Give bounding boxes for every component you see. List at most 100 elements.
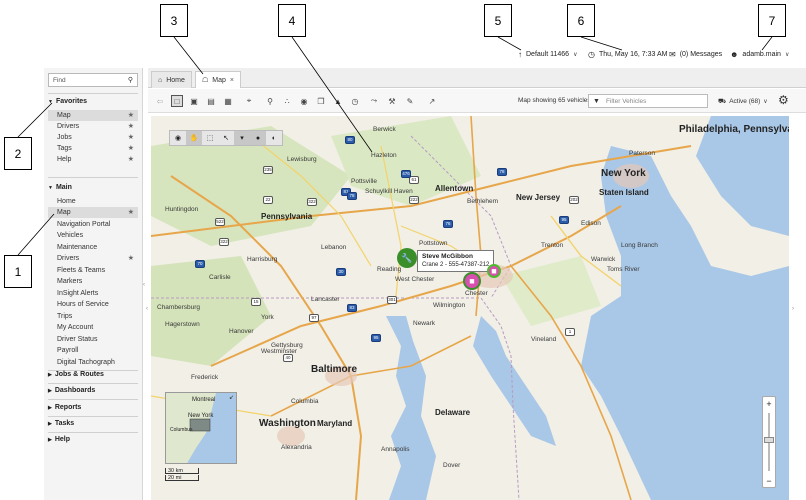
- favorite-item-drivers[interactable]: Drivers ★: [48, 121, 138, 132]
- select-box-icon[interactable]: ⬚: [202, 131, 218, 145]
- locate-icon[interactable]: ◉: [298, 95, 310, 107]
- speech-bubble-icon[interactable]: ●: [250, 131, 266, 145]
- search-input[interactable]: Find ⚲: [48, 73, 138, 87]
- favorite-item-help[interactable]: Help ★: [48, 154, 138, 165]
- divider: [48, 93, 138, 94]
- active-vehicles-dropdown[interactable]: ⛟ Active (68) ∨: [718, 97, 768, 106]
- user-menu[interactable]: ☻ adamb.main ∨: [730, 50, 789, 59]
- fit-extent-icon[interactable]: ⌖: [243, 95, 255, 107]
- star-icon[interactable]: ★: [128, 144, 134, 152]
- pan-hand-icon[interactable]: ✋: [186, 131, 202, 145]
- main-item-fleets-teams[interactable]: Fleets & Teams: [48, 265, 138, 276]
- state-label: Delaware: [435, 408, 471, 417]
- vehicle-marker[interactable]: 🔧: [397, 248, 417, 268]
- highway-shield: 76: [443, 220, 453, 228]
- filter-vehicles-input[interactable]: ▼ Filter Vehicles: [588, 94, 708, 108]
- item-label: Navigation Portal: [57, 221, 111, 228]
- city-label: Huntingdon: [165, 206, 199, 213]
- favorite-item-jobs[interactable]: Jobs ★: [48, 132, 138, 143]
- export-icon[interactable]: ↗: [426, 95, 438, 107]
- filter-placeholder: Filter Vehicles: [605, 97, 647, 105]
- alert-icon[interactable]: ▲: [332, 95, 344, 107]
- zoom-out-button[interactable]: −: [763, 475, 775, 487]
- star-icon[interactable]: ★: [128, 122, 134, 130]
- overview-map[interactable]: Montreal New York Columbus ↙: [165, 392, 237, 464]
- city-label: Frederick: [191, 374, 219, 381]
- triangle-down-icon: ▼: [48, 184, 53, 191]
- item-label: Tags: [57, 145, 72, 152]
- tab-map[interactable]: ☖ Map ×: [195, 71, 241, 88]
- star-icon[interactable]: ★: [128, 133, 134, 141]
- main-header[interactable]: ▼ Main: [48, 184, 72, 191]
- main-item-vehicles[interactable]: Vehicles: [48, 230, 138, 241]
- globe-icon[interactable]: ◐: [266, 131, 282, 145]
- route-icon[interactable]: ⤳: [368, 95, 380, 107]
- main-item-home[interactable]: Home: [48, 196, 138, 207]
- main-item-payroll[interactable]: Payroll: [48, 345, 138, 356]
- search-map-icon[interactable]: ⚲: [264, 95, 276, 107]
- panel-left-icon[interactable]: ‹: [146, 306, 148, 312]
- tools-icon[interactable]: ⚒: [386, 95, 398, 107]
- main-item-insight-alerts[interactable]: InSight Alerts: [48, 288, 138, 299]
- section-jobs-routes[interactable]: ▶ Jobs & Routes: [48, 371, 104, 378]
- eye-icon[interactable]: ◉: [170, 131, 186, 145]
- copy-icon[interactable]: ❐: [315, 95, 327, 107]
- star-icon[interactable]: ★: [128, 155, 134, 163]
- city-label: Gettysburg: [271, 342, 303, 349]
- main-item-markers[interactable]: Markers: [48, 276, 138, 287]
- main-item-drivers[interactable]: Drivers ★: [48, 253, 138, 264]
- highway-shield: 83: [347, 304, 357, 312]
- section-dashboards[interactable]: ▶ Dashboards: [48, 387, 95, 394]
- state-label: Pennsylvania: [261, 212, 313, 221]
- main-item-my-account[interactable]: My Account: [48, 322, 138, 333]
- main-item-map[interactable]: Map ★: [48, 207, 138, 218]
- star-icon[interactable]: ★: [128, 208, 134, 216]
- main-item-trips[interactable]: Trips: [48, 311, 138, 322]
- layout-split-icon[interactable]: ▤: [205, 95, 217, 107]
- vehicle-count-label: Map showing 65 vehicles: [518, 97, 591, 104]
- main-item-driver-status[interactable]: Driver Status: [48, 334, 138, 345]
- section-help[interactable]: ▶ Help: [48, 436, 70, 443]
- sidebar-collapse-icon[interactable]: ‹: [143, 282, 148, 294]
- star-icon[interactable]: ★: [128, 111, 134, 119]
- close-icon[interactable]: ×: [230, 77, 234, 84]
- callout-3: 3: [160, 4, 188, 37]
- star-icon[interactable]: ★: [128, 254, 134, 262]
- group-selector[interactable]: ↑ Default 11466 ∨: [518, 50, 577, 59]
- messages-link[interactable]: ✉ (0) Messages: [669, 50, 722, 59]
- history-icon[interactable]: ◷: [349, 95, 361, 107]
- active-label: Active (68): [729, 98, 761, 105]
- back-arrow-icon[interactable]: ⇦: [154, 95, 166, 107]
- favorite-item-map[interactable]: Map ★: [48, 110, 138, 121]
- city-label: Dover: [443, 462, 461, 469]
- layout-single-icon[interactable]: □: [171, 95, 183, 107]
- main-item-digital-tachograph[interactable]: Digital Tachograph: [48, 357, 138, 368]
- layout-list-icon[interactable]: ▦: [222, 95, 234, 107]
- panel-right-icon[interactable]: ›: [792, 306, 794, 312]
- vehicle-marker[interactable]: ■: [463, 272, 481, 290]
- pointer-icon[interactable]: ↖: [218, 131, 234, 145]
- vehicle-marker[interactable]: ■: [487, 264, 501, 278]
- highway-shield: 78: [497, 168, 507, 176]
- layout-bottom-icon[interactable]: ▣: [188, 95, 200, 107]
- pin-icon[interactable]: ▾: [234, 131, 250, 145]
- gear-icon[interactable]: ⚙: [778, 93, 789, 107]
- search-icon[interactable]: ⚲: [128, 76, 133, 84]
- draw-icon[interactable]: ✎: [404, 95, 416, 107]
- filter-icon: ▼: [593, 97, 600, 105]
- main-item-maintenance[interactable]: Maintenance: [48, 242, 138, 253]
- scale-km: 30 km: [165, 468, 199, 474]
- favorites-header[interactable]: ▼ Favorites: [48, 98, 87, 105]
- main-item-navigation-portal[interactable]: Navigation Portal: [48, 219, 138, 230]
- collapse-overview-icon[interactable]: ↙: [229, 394, 234, 401]
- triangle-right-icon: ▶: [48, 371, 52, 378]
- main-item-hours-of-service[interactable]: Hours of Service: [48, 299, 138, 310]
- routing-icon[interactable]: ∴: [281, 95, 293, 107]
- favorite-item-tags[interactable]: Tags ★: [48, 143, 138, 154]
- zoom-in-button[interactable]: +: [763, 398, 775, 410]
- tab-home[interactable]: ⌂ Home: [151, 71, 192, 88]
- section-tasks[interactable]: ▶ Tasks: [48, 420, 74, 427]
- section-reports[interactable]: ▶ Reports: [48, 404, 81, 411]
- map-canvas[interactable]: Philadelphia, Pennsylvania New York Balt…: [151, 116, 789, 500]
- zoom-slider-handle[interactable]: [764, 437, 774, 443]
